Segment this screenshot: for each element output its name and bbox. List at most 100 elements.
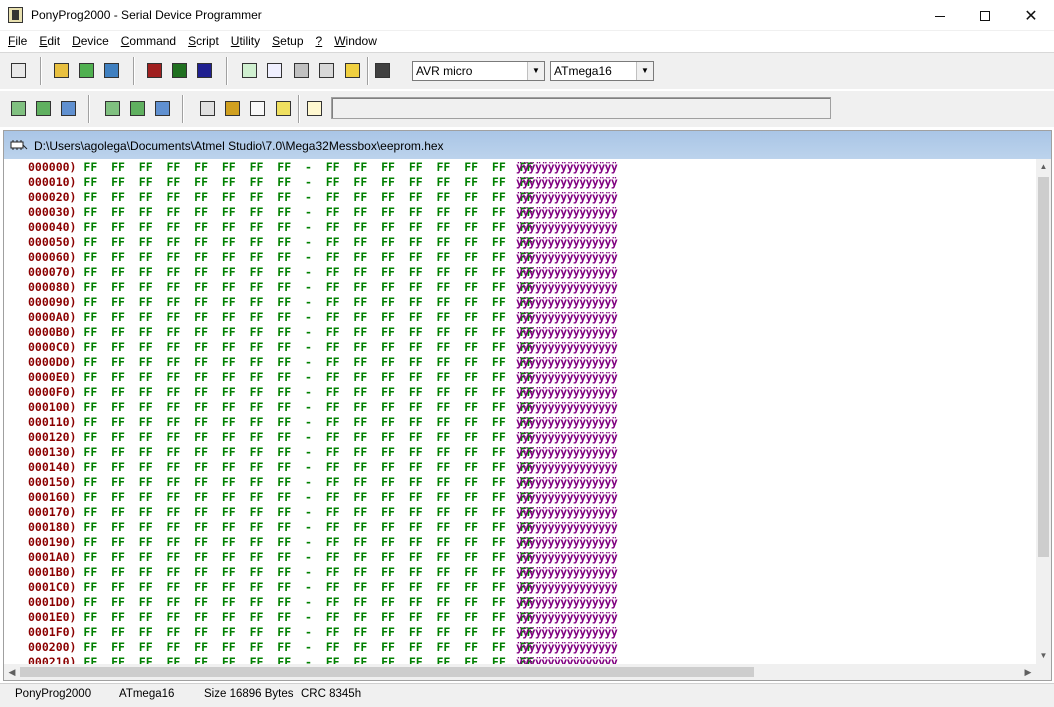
horizontal-scrollbar[interactable]: ◀ ▶: [4, 664, 1036, 680]
hex-row: 000040) FF FF FF FF FF FF FF FF - FF FF …: [28, 220, 618, 235]
hex-row-address: 000070): [28, 265, 77, 279]
device-chip-button[interactable]: [371, 59, 394, 82]
hex-row-ascii: ÿÿÿÿÿÿÿÿÿÿÿÿÿÿÿÿ: [516, 505, 618, 519]
serial-number-icon: [250, 101, 265, 116]
reload-button[interactable]: [238, 59, 261, 82]
hex-row-ascii: ÿÿÿÿÿÿÿÿÿÿÿÿÿÿÿÿ: [516, 490, 618, 504]
read-data-button[interactable]: [57, 97, 80, 120]
hex-row: 0000A0) FF FF FF FF FF FF FF FF - FF FF …: [28, 310, 618, 325]
vertical-scrollbar[interactable]: ▲ ▼: [1036, 159, 1051, 664]
hex-row-address: 0000E0): [28, 370, 77, 384]
hex-row-address: 000200): [28, 640, 77, 654]
chevron-down-icon[interactable]: ▼: [636, 62, 653, 80]
close-button[interactable]: ✕: [1008, 0, 1054, 31]
hex-row-address: 000010): [28, 175, 77, 189]
hex-row-bytes: FF FF FF FF FF FF FF FF - FF FF FF FF FF…: [83, 655, 534, 664]
open-program-file-button[interactable]: [75, 59, 98, 82]
hex-editor[interactable]: 000000) FF FF FF FF FF FF FF FF - FF FF …: [4, 159, 1036, 664]
write-all-button[interactable]: [101, 97, 124, 120]
menu-edit[interactable]: Edit: [33, 31, 66, 51]
hex-row-address: 000190): [28, 535, 77, 549]
folder-data-icon: [104, 63, 119, 78]
menu-file[interactable]: File: [2, 31, 33, 51]
lock-icon: [225, 101, 240, 116]
hex-row-address: 0000B0): [28, 325, 77, 339]
hex-row: 000120) FF FF FF FF FF FF FF FF - FF FF …: [28, 430, 618, 445]
script-edit-icon: [307, 101, 322, 116]
edit-buffer-button[interactable]: [263, 59, 286, 82]
hex-row-ascii: ÿÿÿÿÿÿÿÿÿÿÿÿÿÿÿÿ: [516, 160, 618, 174]
help-button[interactable]: [341, 59, 364, 82]
hex-row-address: 000130): [28, 445, 77, 459]
hex-row-bytes: FF FF FF FF FF FF FF FF - FF FF FF FF FF…: [83, 325, 534, 339]
save-data-button[interactable]: [193, 59, 216, 82]
hex-row-ascii: ÿÿÿÿÿÿÿÿÿÿÿÿÿÿÿÿ: [516, 565, 618, 579]
hex-row-ascii: ÿÿÿÿÿÿÿÿÿÿÿÿÿÿÿÿ: [516, 280, 618, 294]
read-all-button[interactable]: [7, 97, 30, 120]
read-program-icon: [36, 101, 51, 116]
status-size: Size 16896 Bytes: [204, 688, 294, 700]
security-bits-button[interactable]: [221, 97, 244, 120]
menu-label-rest: evice: [80, 34, 109, 48]
hex-row-bytes: FF FF FF FF FF FF FF FF - FF FF FF FF FF…: [83, 190, 534, 204]
open-file-button[interactable]: [50, 59, 73, 82]
write-program-button[interactable]: [126, 97, 149, 120]
document-caption: D:\Users\agolega\Documents\Atmel Studio\…: [4, 131, 1051, 159]
erase-button[interactable]: [196, 97, 219, 120]
hex-row-bytes: FF FF FF FF FF FF FF FF - FF FF FF FF FF…: [83, 490, 534, 504]
run-button[interactable]: [272, 97, 295, 120]
device-type-select[interactable]: ATmega16 ▼: [550, 61, 654, 81]
hex-row-ascii: ÿÿÿÿÿÿÿÿÿÿÿÿÿÿÿÿ: [516, 625, 618, 639]
hex-row: 000100) FF FF FF FF FF FF FF FF - FF FF …: [28, 400, 618, 415]
vertical-scroll-thumb[interactable]: [1038, 177, 1049, 557]
hex-row-ascii: ÿÿÿÿÿÿÿÿÿÿÿÿÿÿÿÿ: [516, 475, 618, 489]
new-window-button[interactable]: [7, 59, 30, 82]
hex-row-bytes: FF FF FF FF FF FF FF FF - FF FF FF FF FF…: [83, 370, 534, 384]
document-path: D:\Users\agolega\Documents\Atmel Studio\…: [34, 139, 444, 153]
scroll-up-icon[interactable]: ▲: [1036, 159, 1051, 175]
arrow-right-icon: [276, 101, 291, 116]
magnifier-icon: [319, 63, 334, 78]
read-program-button[interactable]: [32, 97, 55, 120]
help-icon: [345, 63, 360, 78]
scroll-right-icon[interactable]: ▶: [1020, 664, 1036, 680]
scroll-corner: [1036, 664, 1051, 680]
toolbar-separator: [88, 95, 90, 123]
edit-script-button[interactable]: [303, 97, 326, 120]
hex-row-ascii: ÿÿÿÿÿÿÿÿÿÿÿÿÿÿÿÿ: [516, 535, 618, 549]
hex-row-address: 0000F0): [28, 385, 77, 399]
script-field[interactable]: [331, 97, 831, 119]
write-data-button[interactable]: [151, 97, 174, 120]
scroll-left-icon[interactable]: ◀: [4, 664, 20, 680]
folder-open-icon: [54, 63, 69, 78]
title-bar: PonyProg2000 - Serial Device Programmer …: [0, 0, 1054, 31]
menu-device[interactable]: Device: [66, 31, 115, 51]
save-program-button[interactable]: [168, 59, 191, 82]
print-button[interactable]: [290, 59, 313, 82]
minimize-button[interactable]: [917, 0, 963, 31]
chevron-down-icon[interactable]: ▼: [527, 62, 544, 80]
menu-mnemonic: W: [334, 34, 346, 48]
setup-button[interactable]: [315, 59, 338, 82]
menu-script[interactable]: Script: [182, 31, 225, 51]
hex-row-address: 0001E0): [28, 610, 77, 624]
horizontal-scroll-thumb[interactable]: [20, 667, 754, 677]
hex-row-bytes: FF FF FF FF FF FF FF FF - FF FF FF FF FF…: [83, 355, 534, 369]
hex-row-address: 000140): [28, 460, 77, 474]
open-data-file-button[interactable]: [100, 59, 123, 82]
serial-number-button[interactable]: [246, 97, 269, 120]
device-family-select[interactable]: AVR micro ▼: [412, 61, 545, 81]
hex-row-ascii: ÿÿÿÿÿÿÿÿÿÿÿÿÿÿÿÿ: [516, 520, 618, 534]
floppy-data-icon: [197, 63, 212, 78]
menu-window[interactable]: Window: [328, 31, 383, 51]
save-button[interactable]: [143, 59, 166, 82]
menu-setup[interactable]: Setup: [266, 31, 309, 51]
menu-help[interactable]: ?: [310, 31, 329, 51]
new-window-icon: [11, 63, 26, 78]
scroll-down-icon[interactable]: ▼: [1036, 648, 1051, 664]
menu-utility[interactable]: Utility: [225, 31, 266, 51]
maximize-button[interactable]: [962, 0, 1008, 31]
menu-command[interactable]: Command: [115, 31, 182, 51]
chip-icon: [375, 63, 390, 78]
hex-row-address: 000020): [28, 190, 77, 204]
